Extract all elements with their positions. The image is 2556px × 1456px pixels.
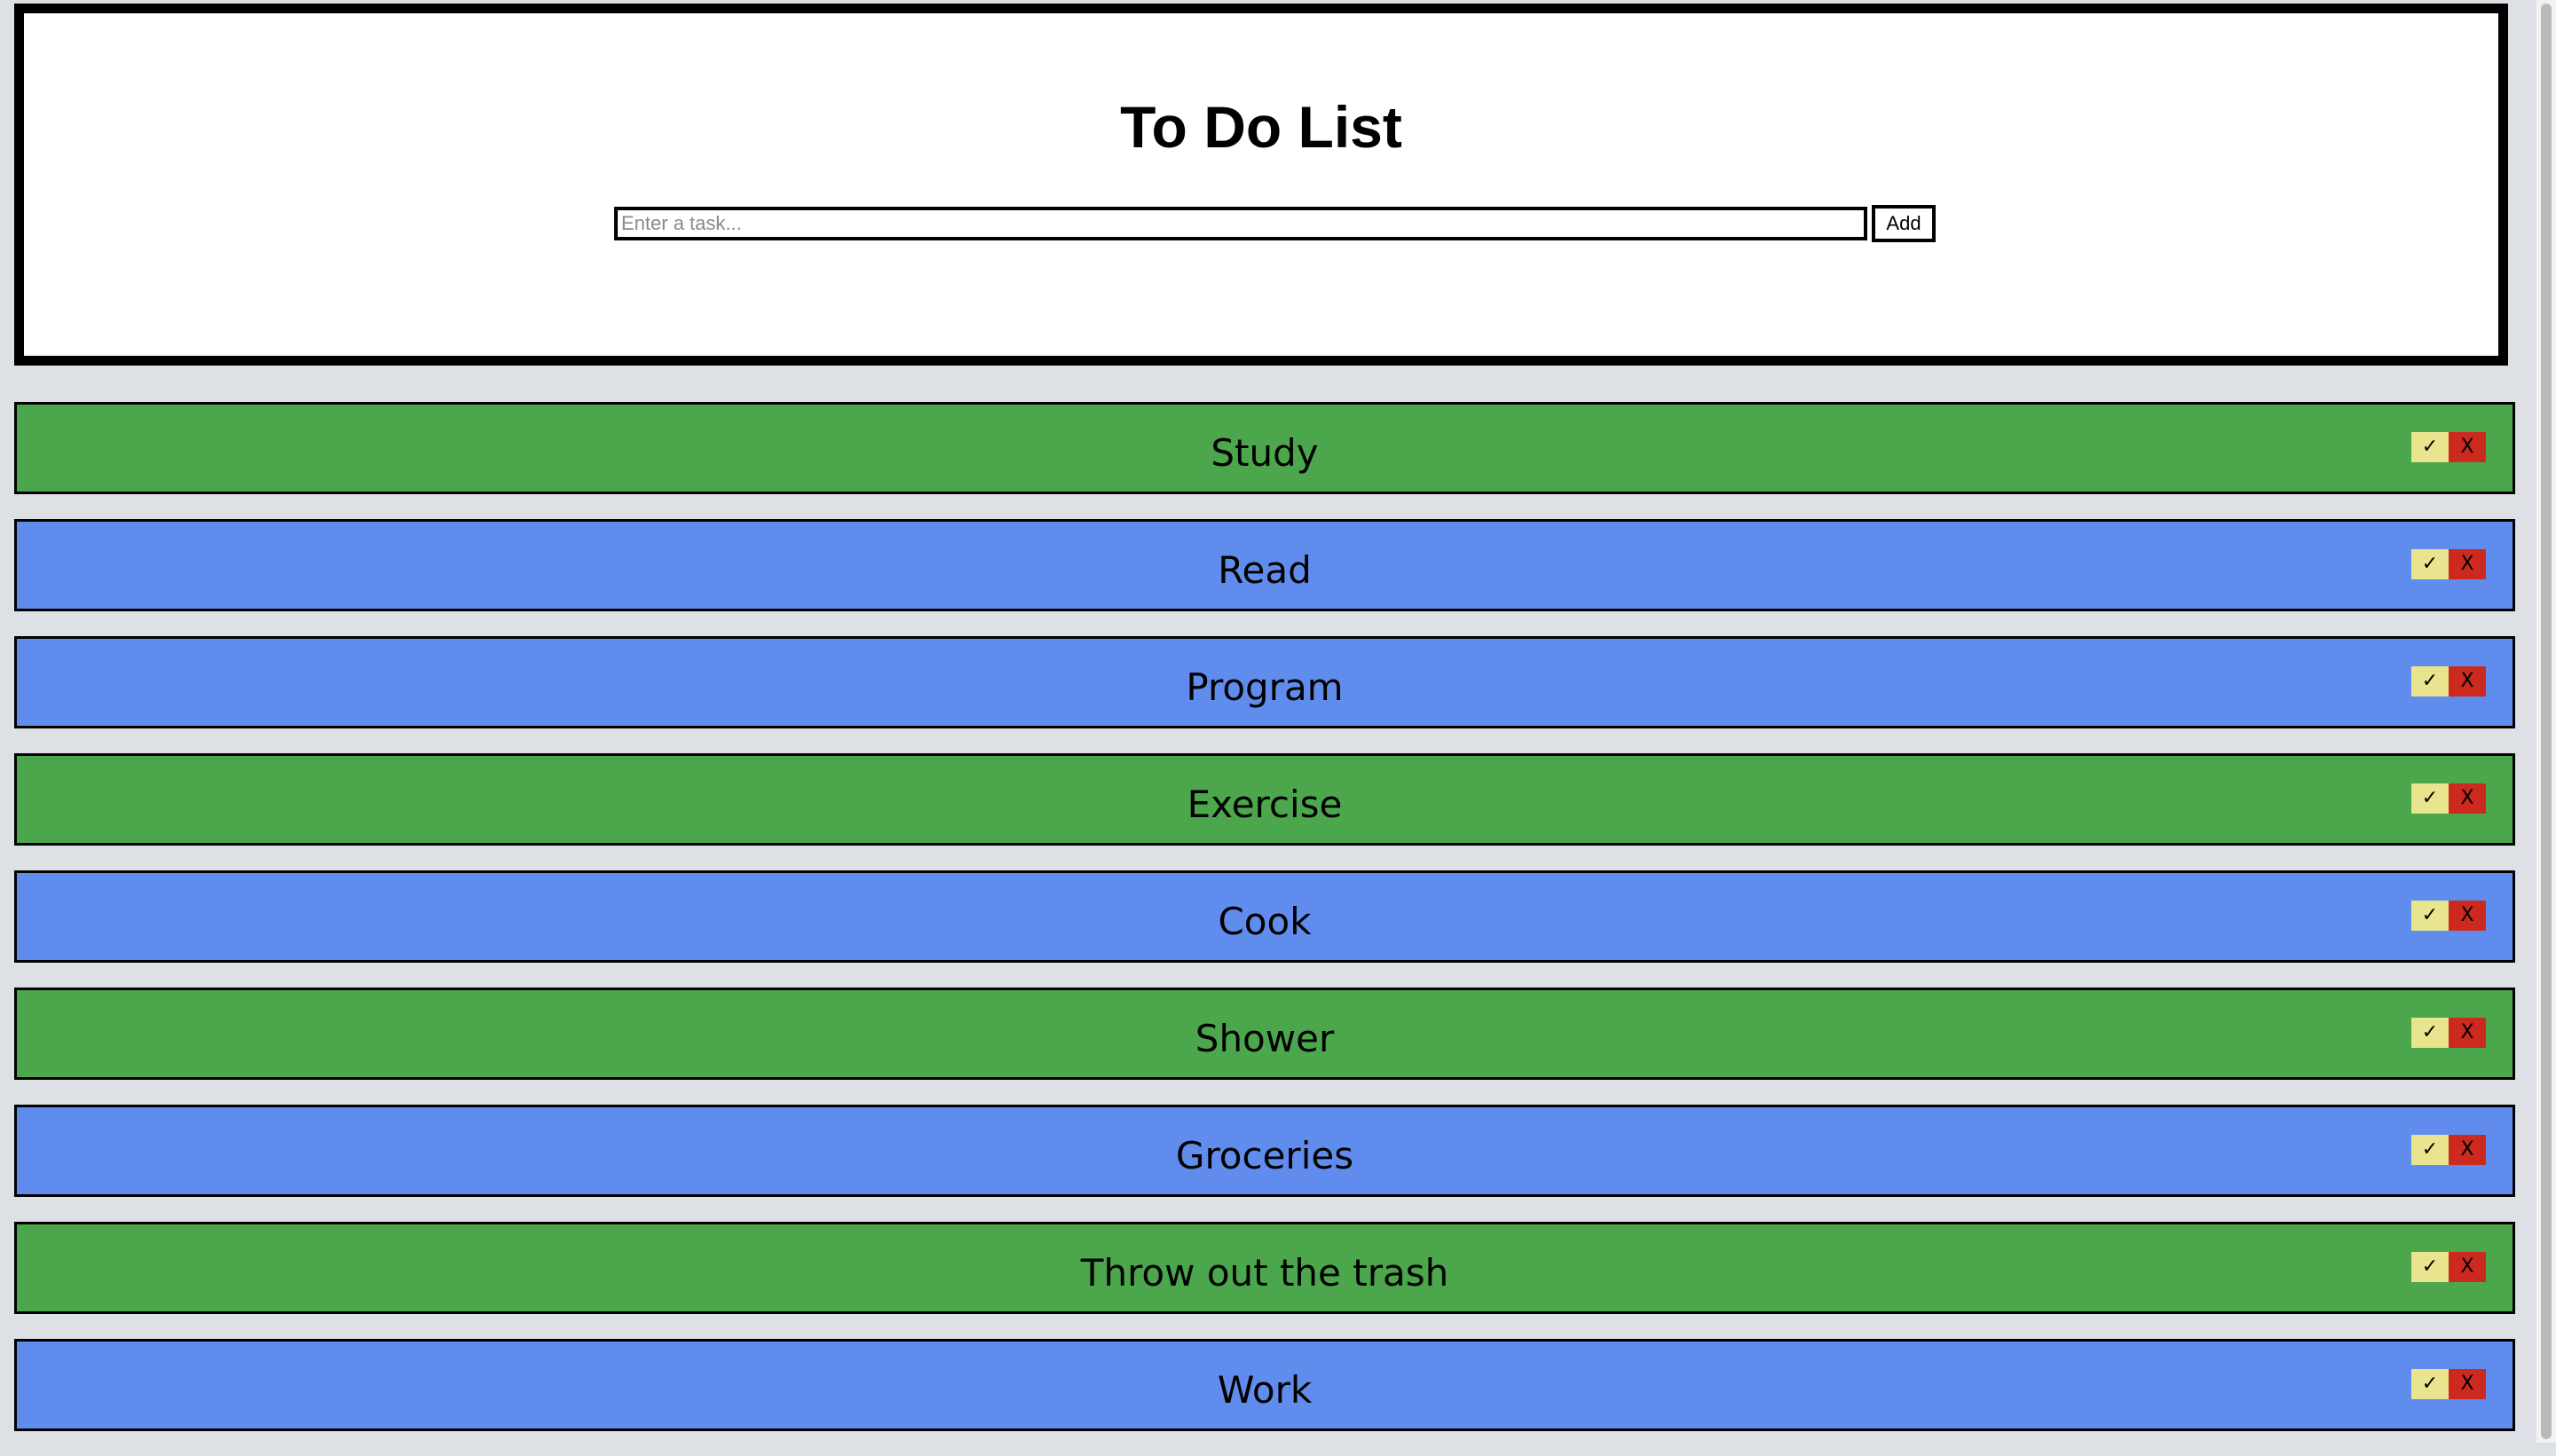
task-item[interactable]: Study ✓ X (14, 402, 2515, 494)
delete-button[interactable]: X (2449, 1252, 2486, 1282)
task-label: Read (1218, 548, 1312, 592)
delete-button[interactable]: X (2449, 432, 2486, 462)
task-item[interactable]: Shower ✓ X (14, 988, 2515, 1080)
complete-button[interactable]: ✓ (2411, 901, 2449, 931)
delete-button[interactable]: X (2449, 549, 2486, 579)
task-label: Groceries (1175, 1134, 1354, 1177)
complete-button[interactable]: ✓ (2411, 432, 2449, 462)
task-actions: ✓ X (2411, 901, 2486, 931)
task-list: Study ✓ X Read ✓ X Program ✓ X Exercise … (14, 402, 2515, 1456)
todo-page: To Do List Add Study ✓ X Read ✓ X Progra… (0, 0, 2536, 1443)
delete-button[interactable]: X (2449, 783, 2486, 814)
delete-button[interactable]: X (2449, 1369, 2486, 1399)
task-label: Program (1186, 665, 1344, 709)
task-item[interactable]: Throw out the trash ✓ X (14, 1222, 2515, 1314)
task-label: Study (1211, 431, 1319, 475)
complete-button[interactable]: ✓ (2411, 549, 2449, 579)
complete-button[interactable]: ✓ (2411, 1018, 2449, 1048)
task-item[interactable]: Cook ✓ X (14, 870, 2515, 963)
task-label: Exercise (1187, 783, 1343, 826)
complete-button[interactable]: ✓ (2411, 1135, 2449, 1165)
complete-button[interactable]: ✓ (2411, 1252, 2449, 1282)
complete-button[interactable]: ✓ (2411, 783, 2449, 814)
task-item[interactable]: Program ✓ X (14, 636, 2515, 728)
task-item[interactable]: Exercise ✓ X (14, 753, 2515, 846)
delete-button[interactable]: X (2449, 1135, 2486, 1165)
task-item[interactable]: Read ✓ X (14, 519, 2515, 611)
task-actions: ✓ X (2411, 666, 2486, 697)
task-actions: ✓ X (2411, 432, 2486, 462)
task-item[interactable]: Groceries ✓ X (14, 1105, 2515, 1197)
task-input[interactable] (614, 207, 1867, 240)
add-task-form: Add (614, 205, 1936, 244)
complete-button[interactable]: ✓ (2411, 1369, 2449, 1399)
vertical-scrollbar[interactable] (2536, 0, 2556, 1443)
task-actions: ✓ X (2411, 1369, 2486, 1399)
task-label: Cook (1218, 900, 1312, 943)
task-actions: ✓ X (2411, 549, 2486, 579)
task-actions: ✓ X (2411, 783, 2486, 814)
delete-button[interactable]: X (2449, 901, 2486, 931)
page-title: To Do List (1120, 94, 1402, 160)
todo-header: To Do List Add (14, 4, 2508, 366)
complete-button[interactable]: ✓ (2411, 666, 2449, 697)
add-button[interactable]: Add (1872, 205, 1936, 242)
task-label: Throw out the trash (1080, 1251, 1449, 1295)
scrollbar-thumb[interactable] (2541, 4, 2552, 1439)
task-actions: ✓ X (2411, 1135, 2486, 1165)
delete-button[interactable]: X (2449, 666, 2486, 697)
task-item[interactable]: Work ✓ X (14, 1339, 2515, 1431)
delete-button[interactable]: X (2449, 1018, 2486, 1048)
task-label: Shower (1195, 1017, 1335, 1060)
task-label: Work (1217, 1368, 1313, 1412)
task-actions: ✓ X (2411, 1018, 2486, 1048)
task-actions: ✓ X (2411, 1252, 2486, 1282)
